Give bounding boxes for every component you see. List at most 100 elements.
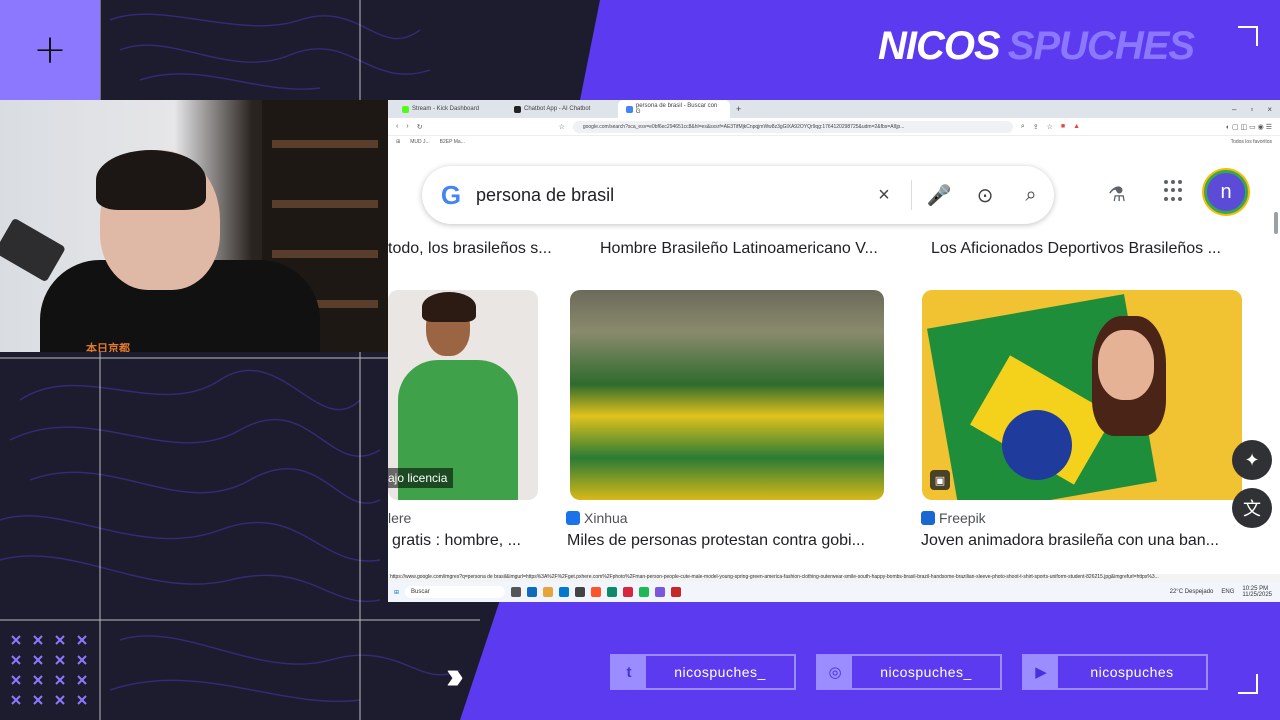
taskbar-app-icon[interactable] [559,587,570,597]
bookmark-star-icon[interactable]: ☆ [559,123,565,131]
taskbar-app-icon[interactable] [543,587,554,597]
instagram-icon: ◎ [818,656,852,688]
microphone [0,217,66,283]
tab-label: persona de brasil - Buscar con G [635,103,718,115]
new-tab-button[interactable]: + [730,104,747,114]
share-icon[interactable]: ⇪ [1033,123,1039,131]
voice-search-icon[interactable]: 🎤 [916,183,962,208]
bookmark-item[interactable]: MUD J... [410,139,429,145]
clock[interactable]: 10:25 PM 11/25/2025 [1242,586,1272,598]
twitter-icon: t [612,656,646,688]
youtube-icon: ▶ [1024,656,1058,688]
image-result-cheerleader[interactable]: ▣ [922,290,1242,500]
social-twitter: t nicospuches_ [610,654,796,690]
divider [911,180,912,210]
windows-taskbar: ⊞ Buscar 22°C Despejado ENG 10:25 PM 11/2… [388,582,1280,602]
result-caption[interactable]: todo, los brasileños s... [388,240,552,258]
clear-search-icon[interactable]: × [861,184,907,207]
taskbar-app-icon[interactable] [527,587,538,597]
brand-logo: NICOS SPUCHES [878,24,1195,69]
labs-flask-icon[interactable]: ⚗ [1108,182,1126,207]
window-controls: – ▫ × [1232,105,1280,114]
taskbar-app-icon[interactable] [591,587,602,597]
tab-label: Chatbot App - AI Chatbot [524,106,591,112]
search-input[interactable]: persona de brasil [476,185,861,206]
ai-sparkle-button[interactable]: ✦ [1232,440,1272,480]
plus-tile: + [0,0,100,100]
browser-window: Stream - Kick Dashboard Chatbot App - AI… [388,100,1280,602]
tab-google-search[interactable]: persona de brasil - Buscar con G [618,100,730,118]
bookmark-item[interactable]: B2EP Ma... [440,139,465,145]
chatbot-icon [514,105,521,113]
image-type-icon: ▣ [930,470,950,490]
taskbar-search-label: Buscar [411,589,430,595]
scrollbar-thumb[interactable] [1274,212,1278,234]
lens-search-icon[interactable]: ⊙ [962,183,1008,208]
forward-icon[interactable]: › [406,123,408,130]
zoom-icon[interactable]: ⌕ [1021,123,1025,131]
search-icon[interactable]: ⌕ [1008,184,1054,207]
brand-second-word: SPUCHES [1007,24,1195,68]
taskbar-app-icon[interactable] [639,587,650,597]
extension-icon[interactable]: ■ [1061,123,1065,130]
tab-label: Stream - Kick Dashboard [412,106,480,112]
taskbar-app-icon[interactable] [623,587,634,597]
kick-icon [402,105,409,113]
close-window-button[interactable]: × [1267,105,1272,114]
account-avatar[interactable]: n [1204,170,1248,214]
licence-badge: ajo licencia [388,468,454,488]
corner-bracket-bottom [1238,674,1258,694]
social-instagram: ◎ nicospuches_ [816,654,1002,690]
profile-menu-icons[interactable]: ◐ ▢ ◫ ▭ ◉ ☰ [1226,123,1272,131]
shirt-print: 本日京都 [86,343,130,352]
windows-start-icon[interactable]: ⊞ [394,589,399,596]
tab-kick-dashboard[interactable]: Stream - Kick Dashboard [394,100,506,118]
address-bar-row: ‹ › ↻ ☆ google.com/search?sca_esv=e0bf6e… [388,118,1280,136]
google-apps-icon[interactable] [1164,180,1186,202]
previous-row-captions: todo, los brasileños s... Hombre Brasile… [388,240,1280,266]
taskbar-app-icon[interactable] [575,587,586,597]
taskbar-app-icon[interactable] [655,587,666,597]
plus-icon: + [33,27,67,73]
bookmarks-bar: ⊞ MUD J... B2EP Ma... Todos los favorito… [388,136,1280,148]
alert-icon[interactable]: ▲ [1073,123,1080,130]
taskbar-app-icon[interactable] [607,587,618,597]
language-indicator[interactable]: ENG [1221,589,1234,595]
apps-grid-icon[interactable]: ⊞ [396,139,400,145]
corner-bracket-top [1238,26,1258,46]
maximize-button[interactable]: ▫ [1250,105,1253,114]
taskbar-search[interactable]: Buscar [405,586,506,598]
google-logo-icon[interactable]: G [438,182,464,208]
result-source[interactable]: lere [388,510,411,526]
image-result-protest[interactable] [570,290,884,500]
all-bookmarks-link[interactable]: Todos los favoritos [1231,139,1272,145]
image-result-young-man[interactable]: ajo licencia [388,290,538,500]
result-caption[interactable]: Los Aficionados Deportivos Brasileños ..… [931,240,1221,258]
url-field[interactable]: google.com/search?sca_esv=e0bf6ec294651c… [572,120,1013,133]
result-title[interactable]: gratis : hombre, ... [392,532,521,550]
search-box[interactable]: G persona de brasil × 🎤 ⊙ ⌕ [422,166,1054,224]
link-status-url: https://www.google.com/imgres?q=persona … [388,574,1280,582]
taskbar-app-icon[interactable] [671,587,682,597]
xinhua-icon [566,511,580,525]
result-caption[interactable]: Hombre Brasileño Latinoamericano V... [600,240,878,258]
tab-strip: Stream - Kick Dashboard Chatbot App - AI… [388,100,1280,118]
tab-chatbot-app[interactable]: Chatbot App - AI Chatbot [506,100,618,118]
social-handle: nicospuches_ [674,664,766,680]
weather-widget[interactable]: 22°C Despejado [1170,589,1214,595]
result-title[interactable]: Joven animadora brasileña con una ban... [921,532,1219,550]
back-icon[interactable]: ‹ [396,123,398,130]
minimize-button[interactable]: – [1232,105,1236,114]
result-source[interactable]: Xinhua [566,510,628,526]
translate-button[interactable]: 文 [1232,488,1272,528]
result-title[interactable]: Miles de personas protestan contra gobi.… [567,532,865,550]
reload-icon[interactable]: ↻ [417,123,423,131]
result-source[interactable]: Freepik [921,510,986,526]
google-icon [626,105,633,113]
google-search-header: G persona de brasil × 🎤 ⊙ ⌕ ⚗ n [388,162,1280,228]
freepik-icon [921,511,935,525]
taskbar-apps [511,587,682,597]
taskbar-app-icon[interactable] [511,587,522,597]
system-tray: 22°C Despejado ENG 10:25 PM 11/25/2025 [1170,586,1280,598]
star-icon[interactable]: ☆ [1047,123,1053,131]
